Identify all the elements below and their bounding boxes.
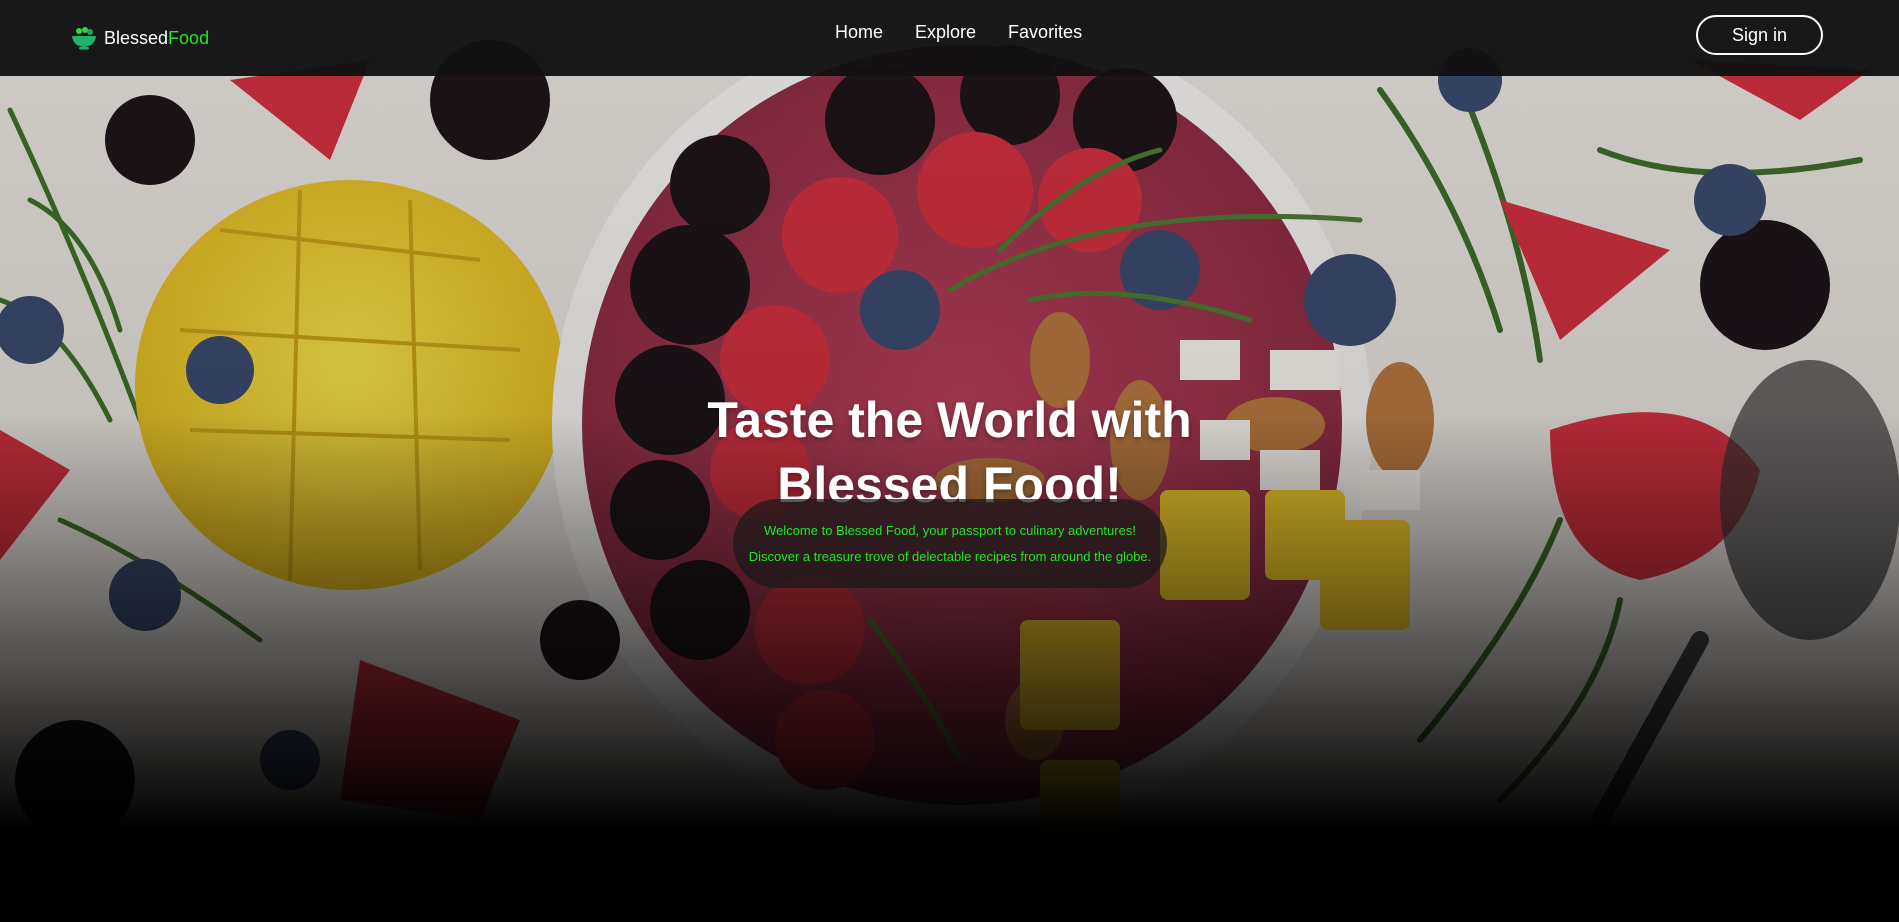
welcome-text-line-1: Welcome to Blessed Food, your passport t… xyxy=(764,522,1136,538)
brand-name: BlessedFood xyxy=(104,28,209,49)
welcome-text-line-2: Discover a treasure trove of delectable … xyxy=(748,548,1152,564)
top-navigation-bar: BlessedFood Home Explore Favorites Sign … xyxy=(0,0,1899,76)
hero-headline-line-1: Taste the World with xyxy=(707,391,1192,448)
nav-link-favorites[interactable]: Favorites xyxy=(1008,22,1082,43)
nav-link-explore[interactable]: Explore xyxy=(915,22,976,43)
hero-headline: Taste the World with Blessed Food! xyxy=(0,388,1899,518)
nav-link-home[interactable]: Home xyxy=(835,22,883,43)
sign-in-button[interactable]: Sign in xyxy=(1696,15,1823,55)
welcome-message-box: Welcome to Blessed Food, your passport t… xyxy=(733,499,1167,588)
main-nav: Home Explore Favorites xyxy=(835,22,1082,43)
brand-name-accent: Food xyxy=(168,27,210,48)
brand-name-primary: Blessed xyxy=(104,27,169,48)
brand-logo[interactable]: BlessedFood xyxy=(70,21,209,55)
food-bowl-icon xyxy=(72,27,96,50)
